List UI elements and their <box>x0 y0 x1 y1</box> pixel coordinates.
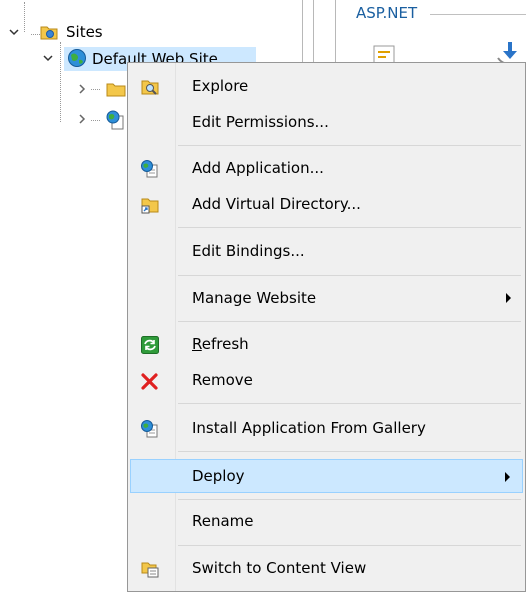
menu-item-switch-content-view[interactable]: Switch to Content View <box>130 553 523 585</box>
menu-item-install-from-gallery-label: Install Application From Gallery <box>192 419 426 437</box>
tree-label-sites: Sites <box>66 23 103 41</box>
menu-item-rename[interactable]: Rename <box>130 506 523 538</box>
feature-group-title: ASP.NET <box>356 4 418 22</box>
tree-connector <box>91 89 100 90</box>
menu-item-edit-bindings[interactable]: Edit Bindings... <box>130 236 523 268</box>
menu-item-manage-website-label: Manage Website <box>192 289 317 307</box>
refresh-access-key: R <box>192 335 202 353</box>
menu-item-remove-label: Remove <box>192 371 253 389</box>
menu-item-rename-label: Rename <box>192 512 254 530</box>
tree-connector <box>24 2 25 32</box>
chevron-right-icon[interactable] <box>76 83 88 98</box>
context-menu: Explore Edit Permissions... Add Applicat… <box>127 62 526 592</box>
menu-separator <box>178 451 521 452</box>
menu-item-explore-label: Explore <box>192 77 249 95</box>
menu-separator <box>178 321 521 322</box>
menu-item-remove[interactable]: Remove <box>130 365 523 397</box>
menu-separator <box>178 545 521 546</box>
globe-page-icon <box>141 160 159 178</box>
submenu-arrow-icon <box>506 293 511 303</box>
sites-folder-icon <box>40 23 58 45</box>
tree-connector <box>60 42 61 122</box>
menu-separator <box>178 227 521 228</box>
tree-connector <box>31 34 40 35</box>
globe-page-icon <box>141 420 159 438</box>
chevron-down-icon[interactable] <box>8 26 20 41</box>
menu-item-add-application-label: Add Application... <box>192 159 324 177</box>
menu-item-manage-website[interactable]: Manage Website <box>130 283 523 315</box>
menu-item-edit-permissions[interactable]: Edit Permissions... <box>130 107 523 139</box>
menu-item-deploy-label: Deploy <box>192 467 245 485</box>
virtual-directory-icon <box>141 196 159 214</box>
menu-separator <box>178 275 521 276</box>
application-icon <box>106 110 126 134</box>
refresh-icon <box>141 336 159 354</box>
menu-item-add-application[interactable]: Add Application... <box>130 153 523 185</box>
menu-separator <box>178 499 521 500</box>
refresh-label-rest: efresh <box>201 335 249 353</box>
menu-item-explore[interactable]: Explore <box>130 71 523 103</box>
menu-separator <box>178 403 521 404</box>
content-view-icon <box>141 560 159 578</box>
chevron-right-icon[interactable] <box>76 113 88 128</box>
folder-search-icon <box>141 78 159 96</box>
menu-item-install-from-gallery[interactable]: Install Application From Gallery <box>130 413 523 445</box>
globe-icon <box>67 48 87 72</box>
menu-item-add-virtual-directory[interactable]: Add Virtual Directory... <box>130 189 523 221</box>
tree-connector <box>91 120 100 121</box>
folder-icon <box>106 80 126 102</box>
menu-item-refresh[interactable]: Refresh <box>130 329 523 361</box>
chevron-down-icon[interactable] <box>42 52 54 67</box>
menu-separator <box>178 145 521 146</box>
group-divider <box>430 14 526 15</box>
menu-item-edit-bindings-label: Edit Bindings... <box>192 242 305 260</box>
menu-item-add-virtual-directory-label: Add Virtual Directory... <box>192 195 361 213</box>
red-x-icon <box>141 372 159 390</box>
submenu-arrow-icon <box>505 472 510 482</box>
menu-item-deploy[interactable]: Deploy <box>130 459 523 493</box>
menu-item-refresh-label: Refresh <box>192 335 249 353</box>
menu-item-switch-content-view-label: Switch to Content View <box>192 559 367 577</box>
menu-item-edit-permissions-label: Edit Permissions... <box>192 113 329 131</box>
